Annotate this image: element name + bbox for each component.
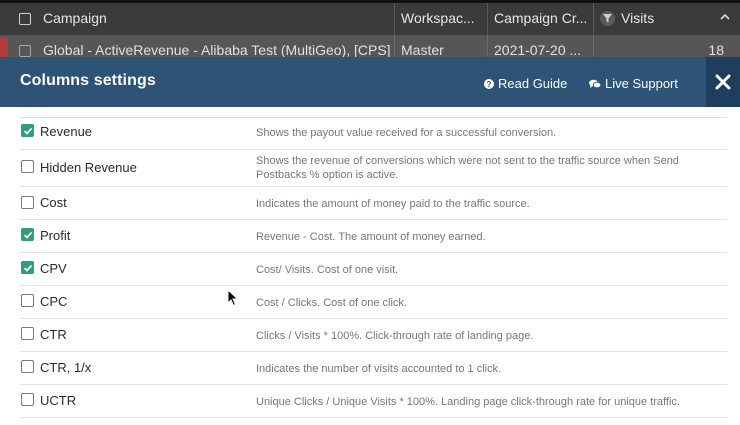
column-name: CPV [40, 261, 67, 276]
live-support-label: Live Support [605, 76, 678, 91]
column-name: CTR, 1/x [40, 360, 92, 375]
checkbox-profit[interactable] [21, 228, 34, 241]
column-row-revenue[interactable]: Revenue Shows the payout value received … [20, 118, 727, 150]
mouse-pointer-icon [227, 289, 239, 307]
question-circle-icon: ? [484, 79, 494, 89]
checkbox-cost[interactable] [21, 196, 34, 209]
columns-list: Revenue Shows the payout value received … [0, 107, 740, 425]
modal-title: Columns settings [20, 72, 156, 89]
checkmark-icon [23, 264, 33, 272]
svg-text:?: ? [487, 80, 492, 89]
column-name: CPC [40, 294, 68, 309]
column-row-cpc[interactable]: CPC Cost / Clicks. Cost of one click. [20, 286, 727, 319]
column-header-campaign[interactable]: Campaign [37, 3, 395, 35]
column-description: Cost / Clicks. Cost of one click. [256, 297, 407, 309]
checkbox-revenue[interactable] [21, 124, 34, 137]
checkmark-icon [23, 127, 33, 135]
close-button[interactable] [706, 57, 740, 107]
row-created: 2021-07-20 ... [488, 35, 594, 57]
column-description: Revenue - Cost. The amount of money earn… [256, 231, 486, 243]
checkmark-icon [23, 231, 33, 239]
column-row-profit[interactable]: Profit Revenue - Cost. The amount of mon… [20, 220, 727, 253]
column-description: Clicks / Visits * 100%. Click-through ra… [256, 330, 534, 342]
column-row-uctr[interactable]: UCTR Unique Clicks / Unique Visits * 100… [20, 385, 727, 418]
column-name: UCTR [40, 393, 77, 408]
column-row-ctr[interactable]: CTR Clicks / Visits * 100%. Click-throug… [20, 319, 727, 352]
column-name: Cost [40, 195, 67, 210]
table-header: Campaign Workspac... Campaign Cr... Visi… [0, 3, 740, 35]
row-workspace: Master [395, 35, 488, 57]
sort-ascending-icon[interactable] [720, 12, 730, 22]
column-row-cpv[interactable]: CPV Cost/ Visits. Cost of one visit. [20, 253, 727, 286]
row-status-flag [0, 37, 8, 57]
table-row[interactable]: Global - ActiveRevenue - Alibaba Test (M… [0, 35, 740, 57]
row-campaign-name[interactable]: Global - ActiveRevenue - Alibaba Test (M… [37, 35, 395, 57]
column-name: Profit [40, 228, 71, 243]
checkbox-ctr[interactable] [21, 327, 34, 340]
checkbox-cpv[interactable] [21, 261, 34, 274]
column-row-hidden-revenue[interactable]: Hidden Revenue Shows the revenue of conv… [20, 150, 727, 187]
column-name: CTR [40, 327, 67, 342]
chat-bubbles-icon [589, 79, 602, 89]
column-header-visits[interactable]: Visits [594, 3, 740, 35]
select-all-checkbox[interactable] [19, 13, 31, 25]
visits-header-label: Visits [621, 10, 655, 26]
filter-icon[interactable] [600, 10, 615, 26]
checkbox-ctr-1x[interactable] [21, 360, 34, 373]
column-description: Indicates the number of visits accounted… [256, 363, 502, 375]
column-header-created[interactable]: Campaign Cr... [488, 3, 594, 35]
column-description: Shows the payout value received for a su… [256, 127, 557, 139]
checkbox-hidden-revenue[interactable] [21, 160, 34, 173]
modal-header: Columns settings ? Read Guide Live Suppor… [0, 57, 740, 107]
column-header-workspace[interactable]: Workspac... [395, 3, 488, 35]
column-description: Shows the revenue of conversions which w… [256, 155, 679, 181]
column-row-ctr-1x[interactable]: CTR, 1/x Indicates the number of visits … [20, 352, 727, 385]
read-guide-label: Read Guide [498, 76, 568, 91]
row-checkbox[interactable] [19, 45, 31, 57]
live-support-link[interactable]: Live Support [589, 76, 678, 91]
column-description: Unique Clicks / Unique Visits * 100%. La… [256, 396, 680, 408]
column-name: Revenue [40, 124, 93, 139]
column-description: Cost/ Visits. Cost of one visit. [256, 264, 399, 276]
column-description: Indicates the amount of money paid to th… [256, 198, 530, 210]
column-row-cost[interactable]: Cost Indicates the amount of money paid … [20, 187, 727, 220]
row-visits: 18 [708, 42, 724, 57]
checkbox-cpc[interactable] [21, 294, 34, 307]
checkbox-uctr[interactable] [21, 393, 34, 406]
read-guide-link[interactable]: ? Read Guide [484, 76, 567, 91]
close-icon [715, 74, 731, 90]
column-name: Hidden Revenue [40, 160, 137, 175]
